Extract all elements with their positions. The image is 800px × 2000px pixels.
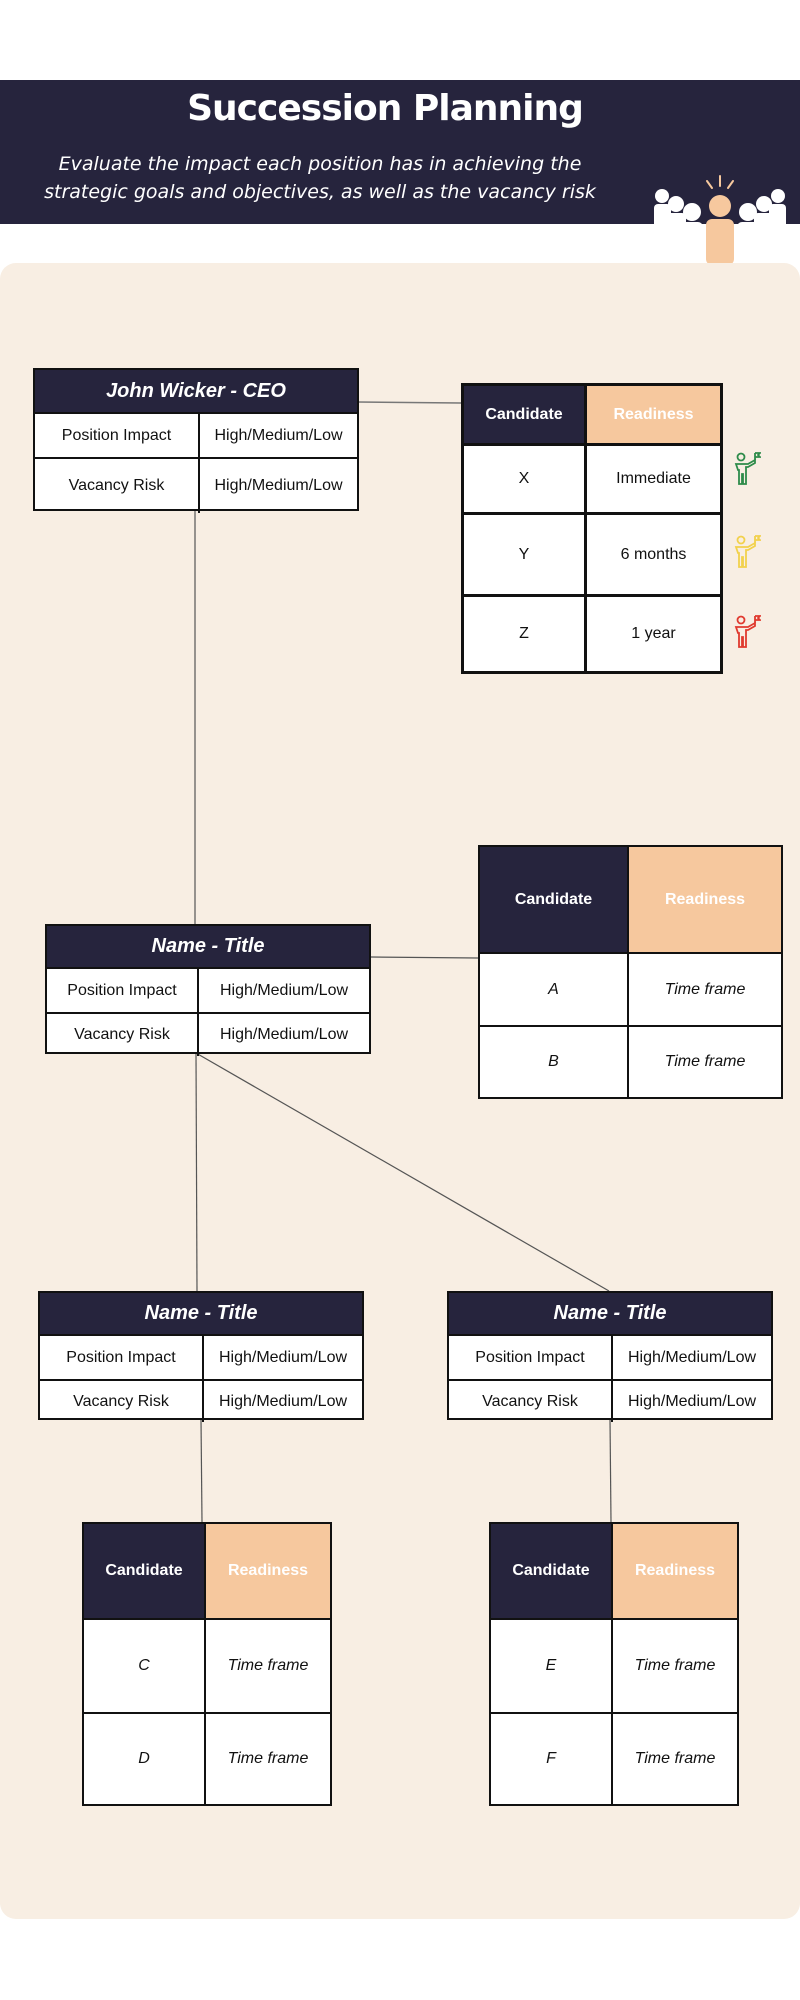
position-impact-value: High/Medium/Low — [214, 426, 343, 444]
position-box-level2: Name - Title Position Impact High/Medium… — [45, 924, 371, 1056]
candidate-header: Candidate — [84, 1524, 206, 1620]
candidate-table-ceo: Candidate Readiness X Immediate Y 6 mont… — [461, 383, 723, 674]
position-impact-label: Position Impact — [449, 1336, 613, 1379]
position-impact-label: Position Impact — [47, 969, 199, 1012]
readiness-header: Readiness — [613, 1524, 737, 1620]
position-impact-value: High/Medium/Low — [627, 1348, 757, 1366]
vacancy-risk-label: Vacancy Risk — [40, 1381, 204, 1422]
readiness-value: Immediate — [587, 446, 720, 515]
vacancy-risk-value: High/Medium/Low — [219, 1026, 349, 1043]
candidate-header: Candidate — [491, 1524, 613, 1620]
vacancy-risk-value: High/Medium/Low — [214, 477, 343, 494]
vacancy-risk-value: High/Medium/Low — [218, 1392, 348, 1410]
readiness-value: Time frame — [206, 1620, 330, 1714]
candidate-table-level3-left: Candidate Readiness C Time frame D Time … — [82, 1522, 332, 1806]
readiness-header: Readiness — [587, 386, 720, 446]
readiness-value: 6 months — [587, 515, 720, 597]
position-impact-label: Position Impact — [35, 414, 200, 457]
candidate-name: Y — [464, 515, 587, 597]
position-impact-value: High/Medium/Low — [219, 981, 349, 999]
vacancy-risk-label: Vacancy Risk — [449, 1381, 613, 1422]
position-box-level3-right: Name - Title Position Impact High/Medium… — [447, 1291, 773, 1422]
readiness-value: Time frame — [664, 1053, 746, 1070]
person-flag-red-icon — [734, 615, 761, 648]
readiness-value: Time frame — [613, 1620, 737, 1714]
vacancy-risk-value: High/Medium/Low — [627, 1392, 757, 1410]
candidate-name: F — [491, 1714, 613, 1804]
person-flag-green-icon — [734, 452, 761, 485]
page-subtitle: Evaluate the impact each position has in… — [44, 153, 596, 203]
candidate-name: D — [84, 1714, 206, 1804]
candidate-name: C — [84, 1620, 206, 1714]
readiness-value: 1 year — [631, 625, 676, 642]
position-box-ceo: John Wicker - CEO Position Impact High/M… — [33, 368, 359, 513]
person-flag-yellow-icon — [734, 535, 761, 568]
candidate-name: E — [491, 1620, 613, 1714]
readiness-value: Time frame — [227, 1750, 309, 1767]
position-title: Name - Title — [47, 926, 369, 969]
candidate-header: Candidate — [480, 847, 629, 954]
candidate-name: Z — [464, 597, 587, 671]
candidate-table-level2: Candidate Readiness A Time frame B Time … — [478, 845, 783, 1099]
readiness-value: Time frame — [634, 1750, 716, 1767]
position-title: Name - Title — [449, 1293, 771, 1336]
candidate-name: A — [480, 954, 629, 1027]
readiness-header: Readiness — [629, 847, 781, 954]
position-impact-label: Position Impact — [40, 1336, 204, 1379]
page-title: Succession Planning — [187, 88, 584, 129]
vacancy-risk-label: Vacancy Risk — [35, 459, 200, 513]
readiness-value: Time frame — [629, 954, 781, 1027]
position-title: Name - Title — [40, 1293, 362, 1336]
readiness-header: Readiness — [206, 1524, 330, 1620]
candidate-name: X — [464, 446, 587, 515]
vacancy-risk-label: Vacancy Risk — [47, 1014, 199, 1056]
position-impact-value: High/Medium/Low — [218, 1348, 348, 1366]
candidate-name: B — [480, 1027, 629, 1097]
position-title: John Wicker - CEO — [35, 370, 357, 414]
position-box-level3-left: Name - Title Position Impact High/Medium… — [38, 1291, 364, 1422]
candidate-table-level3-right: Candidate Readiness E Time frame F Time … — [489, 1522, 739, 1806]
candidate-header: Candidate — [464, 386, 587, 446]
